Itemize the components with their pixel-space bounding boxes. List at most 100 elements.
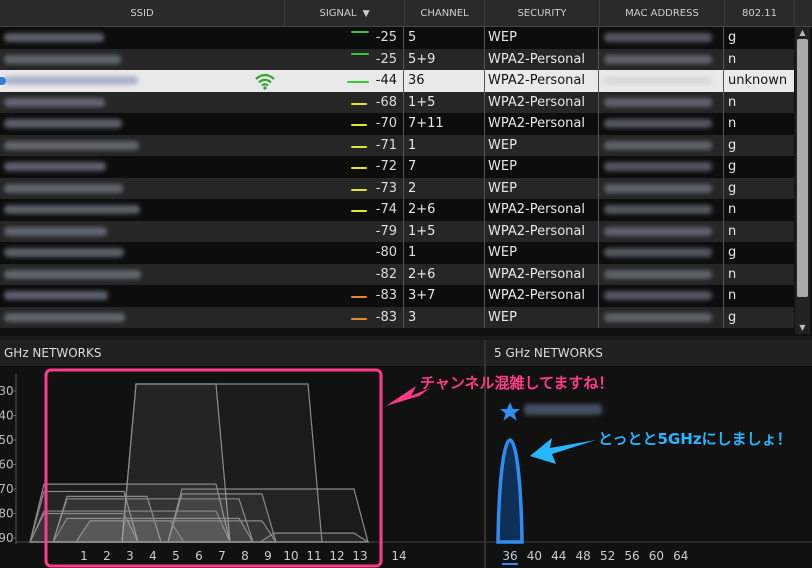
redacted-mac <box>604 269 712 279</box>
row-security: WPA2-Personal <box>485 91 599 113</box>
signal-strength-bar <box>351 52 369 55</box>
row-channel: 7 <box>405 156 485 178</box>
column-mac[interactable]: MAC ADDRESS <box>600 0 725 27</box>
row-mac <box>600 70 724 92</box>
signal-value: -83 <box>375 288 397 303</box>
redacted-mac <box>604 162 712 171</box>
signal-strength-bar <box>351 210 367 212</box>
redacted-ssid <box>4 205 140 214</box>
row-mac <box>600 220 724 242</box>
row-mac <box>600 27 724 49</box>
redacted-ssid <box>4 119 122 128</box>
scrollbar-thumb[interactable] <box>797 39 808 297</box>
column-ssid[interactable]: SSID <box>0 0 285 27</box>
row-security: WEP <box>485 27 599 49</box>
row-signal: -82 <box>285 263 404 285</box>
row-mac <box>600 156 724 178</box>
column-security[interactable]: SECURITY <box>485 0 600 27</box>
row-80211: n <box>728 116 737 131</box>
panel-5-title: 5 GHz NETWORKS <box>486 340 812 366</box>
column-channel[interactable]: CHANNEL <box>405 0 485 27</box>
panel-24-title: GHz NETWORKS <box>0 340 484 366</box>
table-row[interactable]: -73 2 WEP g <box>0 177 794 199</box>
row-channel: 5 <box>405 27 485 49</box>
table-row[interactable]: -79 1+5 WPA2-Personal n <box>0 220 794 242</box>
table-row[interactable]: -44 36 WPA2-Personal unknown <box>0 70 794 92</box>
table-row[interactable]: -25 5 WEP g <box>0 27 794 49</box>
table-row[interactable]: -70 7+11 WPA2-Personal n <box>0 113 794 135</box>
row-ssid <box>0 49 285 71</box>
table-row[interactable]: -74 2+6 WPA2-Personal n <box>0 199 794 221</box>
x-tick-label: 36 <box>502 549 517 563</box>
x-tick-label: 64 <box>673 549 688 563</box>
table-row[interactable]: -83 3 WEP g <box>0 306 794 328</box>
signal-strength-bar <box>351 167 367 169</box>
row-80211: n <box>728 266 737 282</box>
column-80211[interactable]: 802.11 <box>725 0 795 27</box>
row-80211: g <box>728 245 737 260</box>
signal-value: -83 <box>375 309 397 325</box>
redacted-network-label <box>524 404 602 415</box>
network-channel-shape <box>496 438 524 544</box>
row-ssid <box>0 264 285 286</box>
row-channel: 1 <box>405 134 485 156</box>
redacted-mac <box>604 97 712 107</box>
chart-5ghz-svg: 36 40 44 48 52 56 60 64 <box>486 402 812 565</box>
row-80211: g <box>728 309 737 325</box>
signal-strength-bar <box>351 124 367 126</box>
x-tick-label: 5 <box>172 549 180 563</box>
row-security: WEP <box>485 242 599 264</box>
row-ssid <box>0 242 285 264</box>
column-signal[interactable]: SIGNAL ▼ <box>285 0 405 27</box>
table-row[interactable]: -83 3+7 WPA2-Personal n <box>0 285 794 307</box>
signal-value: -25 <box>375 30 397 45</box>
signal-value: -44 <box>375 73 397 88</box>
row-mac <box>600 48 724 70</box>
signal-value: -68 <box>375 94 397 110</box>
star-icon <box>500 402 520 421</box>
signal-value: -74 <box>375 202 397 217</box>
x-tick-label: 3 <box>126 549 134 563</box>
row-mac <box>600 91 724 113</box>
row-mac <box>600 199 724 221</box>
redacted-ssid <box>4 54 121 64</box>
table-row[interactable]: -82 2+6 WPA2-Personal n <box>0 263 794 286</box>
signal-value: -80 <box>375 245 397 260</box>
signal-value: -71 <box>375 137 397 153</box>
row-security: WPA2-Personal <box>485 285 599 307</box>
signal-strength-bar <box>351 296 367 298</box>
vertical-scrollbar[interactable]: ▲ ▼ <box>795 27 810 334</box>
row-security: WPA2-Personal <box>485 70 599 92</box>
y-tick-label: -70 <box>0 482 14 496</box>
row-security: WEP <box>485 306 599 328</box>
signal-value: -79 <box>375 223 397 239</box>
table-row[interactable]: -80 1 WEP g <box>0 242 794 264</box>
row-mac <box>600 285 724 307</box>
x-tick-label: 10 <box>283 549 298 563</box>
y-tick-label: -60 <box>0 458 14 472</box>
x-tick-label: 56 <box>624 549 639 563</box>
scroll-up-icon[interactable]: ▲ <box>797 28 808 38</box>
redacted-mac <box>604 183 712 193</box>
network-channel-shape <box>257 532 371 543</box>
x-tick-label: 40 <box>527 549 542 563</box>
redacted-ssid <box>4 269 141 279</box>
table-row[interactable]: -72 7 WEP g <box>0 156 794 178</box>
signal-strength-bar <box>351 188 367 191</box>
row-80211: g <box>728 137 737 153</box>
row-signal: -79 <box>285 220 404 242</box>
row-signal: -25 <box>285 48 404 70</box>
table-row[interactable]: -68 1+5 WPA2-Personal n <box>0 91 794 113</box>
signal-strength-bar <box>347 81 369 83</box>
row-security: WEP <box>485 134 599 156</box>
x-tick-label: 2 <box>103 549 111 563</box>
row-security: WPA2-Personal <box>485 113 599 135</box>
table-row[interactable]: -71 1 WEP g <box>0 134 794 156</box>
row-signal: -44 <box>285 70 404 92</box>
row-mac <box>600 113 724 135</box>
redacted-mac <box>604 312 712 322</box>
table-row[interactable]: -25 5+9 WPA2-Personal n <box>0 48 794 71</box>
redacted-ssid <box>4 33 104 42</box>
scroll-down-icon[interactable]: ▼ <box>797 323 808 333</box>
row-signal: -25 <box>285 27 404 49</box>
